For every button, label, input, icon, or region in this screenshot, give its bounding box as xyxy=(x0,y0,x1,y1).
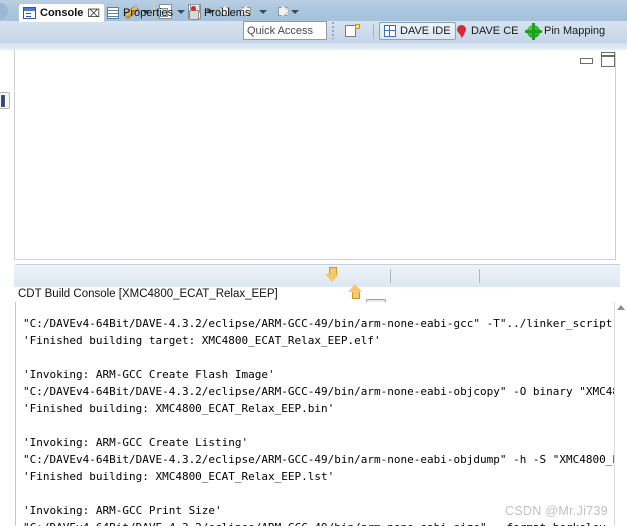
tab-problems[interactable]: Problems xyxy=(183,3,254,22)
tab-console-label: Console xyxy=(40,7,84,19)
red-drop-icon xyxy=(456,25,467,38)
tab-properties[interactable]: Properties xyxy=(103,3,177,22)
editor-maximize-icon[interactable] xyxy=(601,52,615,67)
console-log-text: "C:/DAVEv4-64Bit/DAVE-4.3.2/eclipse/ARM-… xyxy=(23,317,620,532)
editor-minimize-icon[interactable] xyxy=(579,55,593,66)
window-bottom-edge xyxy=(0,526,627,532)
quick-access-placeholder: Quick Access xyxy=(247,24,314,37)
perspective-pin-mapping-label: Pin Mapping xyxy=(544,25,606,37)
left-view-tab-icon[interactable] xyxy=(0,92,10,109)
console-toolbar-separator xyxy=(390,269,391,283)
left-fast-view-bar xyxy=(0,50,13,260)
console-left-margin xyxy=(0,264,14,532)
perspective-separator xyxy=(332,22,334,39)
editor-area xyxy=(14,50,616,260)
console-output[interactable]: "C:/DAVEv4-64Bit/DAVE-4.3.2/eclipse/ARM-… xyxy=(15,302,620,532)
next-dropdown-arrow-icon[interactable] xyxy=(289,2,300,20)
forward-dropdown-arrow-icon[interactable] xyxy=(257,2,268,20)
console-tabstrip xyxy=(14,264,620,287)
console-toolbar-separator xyxy=(479,269,480,283)
console-vertical-scrollbar[interactable] xyxy=(614,302,627,532)
close-icon[interactable]: ⌧ xyxy=(87,7,100,20)
tab-properties-label: Properties xyxy=(123,6,174,19)
perspective-pin-mapping[interactable]: Pin Mapping xyxy=(523,22,609,40)
watermark-text: CSDN @Mr.Ji739 xyxy=(505,504,609,518)
perspective-dave-ce-label: DAVE CE xyxy=(471,25,519,37)
tab-console[interactable]: Console ⌧ xyxy=(18,3,106,22)
perspective-dave-ide-label: DAVE IDE xyxy=(400,25,451,37)
properties-icon xyxy=(107,6,119,19)
perspective-dave-ide[interactable]: DAVE IDE xyxy=(379,22,456,40)
circle-left-partial-icon xyxy=(0,2,12,20)
scrollbar-up-arrow-icon[interactable] xyxy=(617,305,625,310)
scroll-down-icon[interactable] xyxy=(325,267,339,283)
tab-problems-label: Problems xyxy=(204,6,251,19)
perspective-bar-shadow xyxy=(0,43,627,50)
problems-icon xyxy=(187,6,200,20)
perspective-divider xyxy=(373,24,374,38)
green-chip-icon xyxy=(525,22,542,40)
perspective-dave-ce[interactable]: DAVE CE xyxy=(452,22,522,40)
quick-access-input[interactable]: Quick Access xyxy=(243,21,327,40)
open-perspective-icon[interactable] xyxy=(345,24,360,39)
eclipse-dave-ide-window: Quick Access DAVE IDE DAVE CE Pin Mappin… xyxy=(0,0,627,532)
scroll-up-icon[interactable] xyxy=(348,283,362,299)
console-icon xyxy=(23,7,36,19)
console-title: CDT Build Console [XMC4800_ECAT_Relax_EE… xyxy=(18,288,278,300)
grid-icon xyxy=(384,25,396,37)
next-arrow-icon[interactable] xyxy=(272,3,289,19)
